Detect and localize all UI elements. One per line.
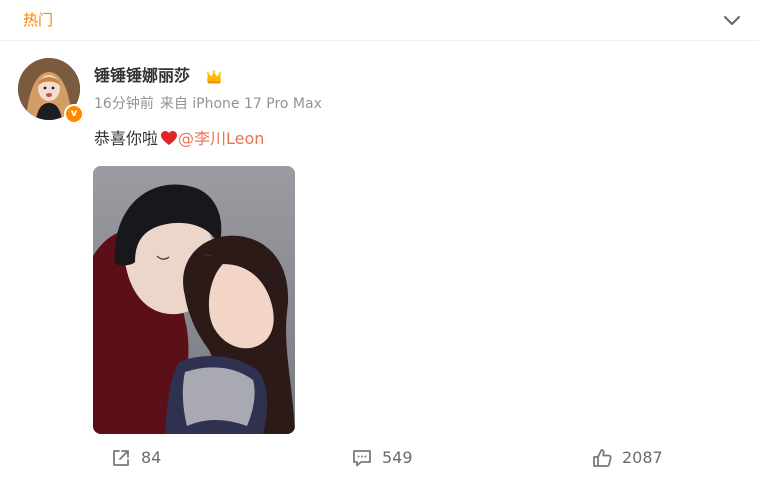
like-count: 2087 [622, 448, 663, 467]
comment-count: 549 [382, 448, 413, 467]
tab-hot[interactable]: 热门 [23, 10, 53, 30]
share-icon [113, 450, 129, 466]
mention-link[interactable]: @李川Leon [178, 129, 264, 148]
post-body: 恭喜你啦 [94, 129, 159, 148]
post-source: 来自 iPhone 17 Pro Max [159, 96, 322, 112]
chevron-down-icon[interactable] [721, 10, 743, 30]
username[interactable]: 锤锤锤娜丽莎 [94, 66, 190, 86]
post-text: 恭喜你啦 @李川Leon [94, 129, 264, 149]
repost-count: 84 [141, 448, 162, 467]
comment-icon [353, 450, 371, 467]
crown-icon [205, 68, 223, 86]
thumbs-up-icon [593, 449, 612, 467]
verified-badge: v [64, 104, 84, 124]
repost-button[interactable]: 84 [110, 445, 161, 471]
post-image[interactable] [93, 166, 295, 434]
like-button[interactable]: 2087 [591, 445, 663, 471]
timestamp[interactable]: 16分钟前 [94, 96, 154, 112]
heart-icon [161, 131, 178, 145]
feed-header: 热门 [0, 0, 759, 41]
post-meta: 16分钟前 来自 iPhone 17 Pro Max [94, 95, 322, 113]
comment-button[interactable]: 549 [351, 445, 413, 471]
